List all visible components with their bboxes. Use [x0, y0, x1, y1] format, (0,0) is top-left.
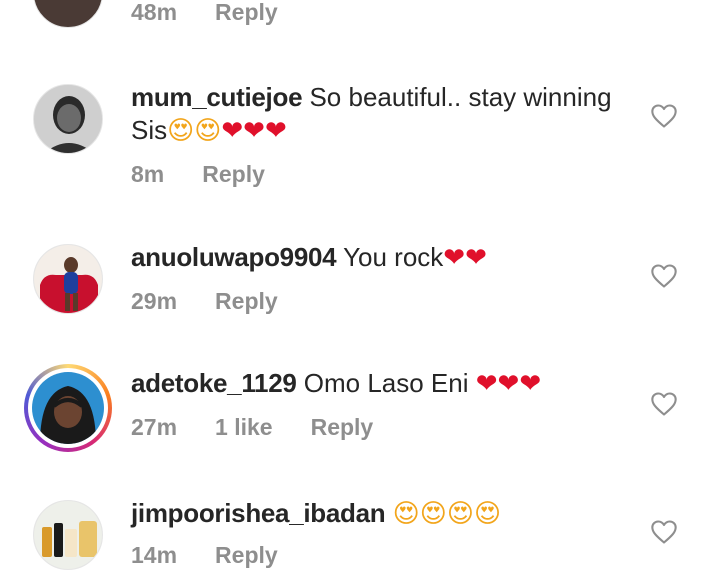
comment-meta: 14m Reply — [131, 542, 278, 569]
heart-emoji: ❤ — [264, 116, 287, 146]
comment-time: 29m — [131, 288, 178, 314]
avatar-photo — [34, 85, 102, 153]
comment-time: 8m — [131, 161, 165, 187]
comment-username[interactable]: mum_cutiejoe — [131, 82, 303, 112]
comment-username[interactable]: jimpoorishea_ibadan — [131, 498, 386, 528]
like-button[interactable] — [650, 263, 678, 289]
avatar[interactable] — [33, 84, 103, 154]
reply-button[interactable]: Reply — [215, 542, 278, 568]
comment-text: mum_cutiejoe So beautiful.. stay winning… — [131, 81, 641, 148]
comment-emojis: ❤❤❤ — [476, 369, 541, 399]
avatar-photo — [34, 501, 102, 569]
avatar-photo — [34, 245, 102, 313]
heart-eyes-emoji: 😍 — [446, 499, 474, 529]
comment-username[interactable]: adetoke_1129 — [131, 368, 297, 398]
comment-meta: 29m Reply — [131, 288, 278, 315]
heart-emoji: ❤ — [221, 116, 244, 146]
heart-outline-icon — [651, 520, 677, 544]
comment-emojis: ❤❤ — [443, 243, 487, 273]
heart-eyes-emoji: 😍 — [392, 499, 420, 529]
comment-time: 14m — [131, 542, 178, 568]
avatar[interactable] — [33, 500, 103, 570]
heart-emoji: ❤ — [443, 243, 466, 273]
comment-username[interactable]: anuoluwapo9904 — [131, 242, 337, 272]
heart-emoji: ❤ — [243, 116, 265, 146]
like-button[interactable] — [650, 391, 678, 417]
comment-body: You rock — [343, 242, 444, 272]
comment-time: 27m — [131, 414, 178, 440]
comment-text: adetoke_1129 Omo Laso Eni ❤❤❤ — [131, 367, 641, 401]
comment-text: jimpoorishea_ibadan 😍😍😍😍 — [131, 497, 641, 531]
heart-outline-icon — [651, 392, 677, 416]
heart-outline-icon — [651, 264, 677, 288]
comment-body: Omo Laso Eni — [303, 368, 469, 398]
reply-button[interactable]: Reply — [311, 414, 374, 440]
avatar-story-ring[interactable] — [24, 364, 112, 452]
avatar[interactable] — [33, 0, 103, 28]
comment-meta: 27m 1 like Reply — [131, 414, 373, 441]
like-button[interactable] — [650, 519, 678, 545]
heart-emoji: ❤ — [475, 369, 498, 399]
comment-text: anuoluwapo9904 You rock❤❤ — [131, 241, 641, 275]
avatar[interactable] — [33, 244, 103, 314]
comment-meta: 8m Reply — [131, 161, 265, 188]
heart-eyes-emoji: 😍 — [419, 499, 447, 529]
comment-emojis: 😍😍😍😍 — [393, 499, 501, 529]
heart-emoji: ❤ — [519, 369, 542, 399]
comment-like-count[interactable]: 1 like — [215, 414, 273, 440]
heart-eyes-emoji: 😍 — [473, 499, 502, 529]
heart-eyes-emoji: 😍 — [167, 116, 195, 146]
heart-eyes-emoji: 😍 — [194, 116, 222, 146]
heart-outline-icon — [651, 104, 677, 128]
comment-meta: 48m Reply — [131, 0, 278, 26]
avatar — [28, 368, 108, 448]
comment-emojis: 😍😍❤❤❤ — [167, 116, 287, 146]
heart-emoji: ❤ — [465, 243, 487, 273]
reply-button[interactable]: Reply — [215, 288, 278, 314]
heart-emoji: ❤ — [497, 369, 520, 399]
reply-button[interactable]: Reply — [202, 161, 265, 187]
reply-button[interactable]: Reply — [215, 0, 278, 25]
comment-time: 48m — [131, 0, 178, 25]
like-button[interactable] — [650, 103, 678, 129]
avatar-photo — [32, 372, 104, 444]
